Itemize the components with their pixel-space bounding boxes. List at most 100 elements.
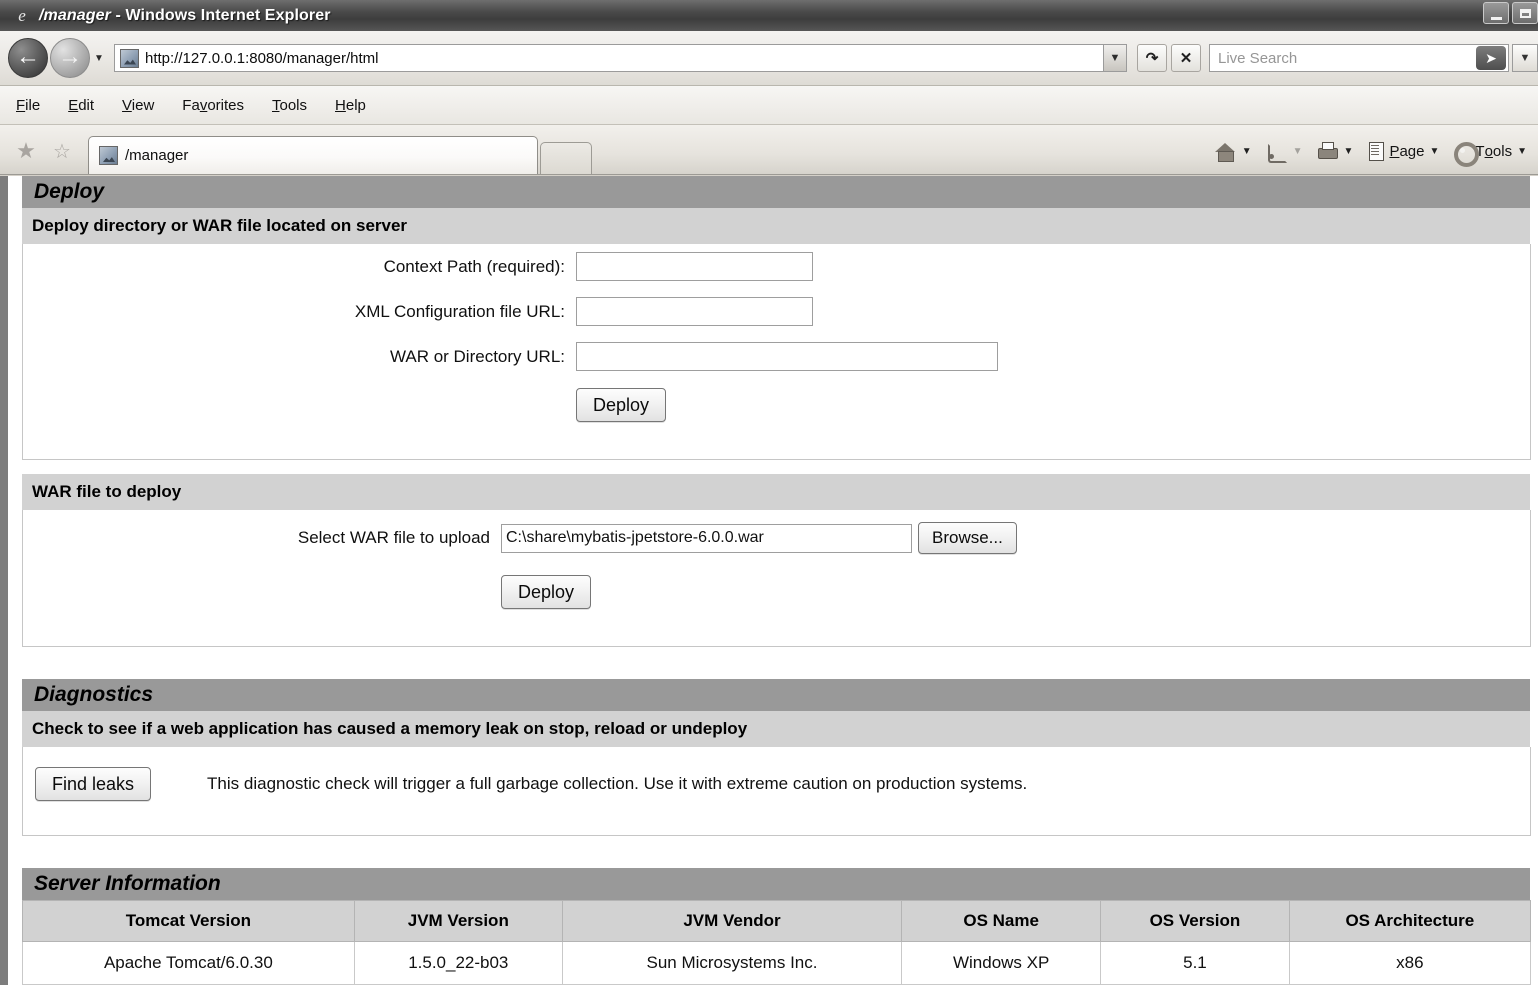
- new-tab-button[interactable]: [540, 142, 592, 174]
- deploy-section-title: Deploy: [22, 176, 1531, 208]
- tools-dropdown-icon[interactable]: ▼: [1517, 146, 1527, 157]
- tab-bar: ★ ☆ /manager ▼ ▼ ▼ Page ▼ To ols ▼: [0, 125, 1538, 175]
- add-to-favorites-icon[interactable]: ☆: [49, 138, 75, 164]
- window-title-path: /manager: [39, 6, 111, 24]
- context-path-row: Context Path (required):: [23, 244, 1530, 289]
- menu-file-label: ile: [25, 96, 41, 114]
- print-button[interactable]: [1315, 140, 1339, 162]
- diagnostics-section-title: Diagnostics: [22, 679, 1531, 711]
- page-frame: Deploy Deploy directory or WAR file loca…: [0, 176, 1538, 985]
- rss-feed-icon: [1264, 140, 1288, 163]
- upload-war-file-input[interactable]: C:\share\mybatis-jpetstore-6.0.0.war: [501, 523, 912, 553]
- maximize-icon: [1519, 9, 1531, 18]
- server-information-section: Server Information Tomcat Version JVM Ve…: [22, 868, 1532, 985]
- column-os-version: OS Version: [1100, 900, 1290, 942]
- browse-button[interactable]: Browse...: [918, 522, 1017, 554]
- favorites-buttons: ★ ☆: [0, 128, 88, 174]
- search-box[interactable]: Live Search ➤: [1209, 44, 1509, 72]
- menu-favorites-pre: Fa: [182, 96, 200, 114]
- server-information-table: Tomcat Version JVM Version JVM Vendor OS…: [22, 900, 1532, 985]
- deploy-server-body: Context Path (required): XML Configurati…: [22, 244, 1531, 460]
- back-arrow-icon: ←: [16, 42, 40, 70]
- history-dropdown-button[interactable]: ▼: [90, 38, 108, 78]
- tab-label: /manager: [125, 147, 189, 164]
- menu-edit-accel: E: [68, 96, 79, 114]
- page-menu-button[interactable]: Page: [1365, 140, 1424, 162]
- xml-config-row: XML Configuration file URL:: [23, 289, 1530, 334]
- deploy-server-subtitle: Deploy directory or WAR file located on …: [22, 208, 1531, 244]
- page-dropdown-icon[interactable]: ▼: [1429, 146, 1439, 157]
- deploy-button[interactable]: Deploy: [576, 388, 667, 422]
- menu-help[interactable]: Help: [335, 97, 366, 114]
- chevron-down-icon: ▼: [94, 52, 104, 64]
- menu-favorites-label: orites: [207, 96, 244, 114]
- menu-view[interactable]: View: [122, 97, 154, 114]
- cell-jvm-version: 1.5.0_22-b03: [353, 941, 563, 985]
- tools-menu-button[interactable]: To ols: [1451, 140, 1512, 167]
- table-header-row: Tomcat Version JVM Version JVM Vendor OS…: [22, 900, 1532, 942]
- printer-icon: [1315, 140, 1339, 162]
- menu-tools[interactable]: Tools: [272, 97, 307, 114]
- war-url-row: WAR or Directory URL:: [23, 334, 1530, 379]
- page-icon: [1365, 140, 1389, 162]
- upload-deploy-button[interactable]: Deploy: [501, 575, 592, 609]
- diagnostics-section: Diagnostics Check to see if a web applic…: [22, 679, 1531, 836]
- favorites-center-icon[interactable]: ★: [13, 138, 39, 164]
- menu-tools-accel: T: [272, 96, 280, 114]
- xml-config-label: XML Configuration file URL:: [354, 301, 565, 321]
- forward-button[interactable]: →: [50, 38, 90, 78]
- find-leaks-button[interactable]: Find leaks: [35, 767, 152, 801]
- xml-config-input[interactable]: [576, 297, 813, 326]
- menu-file-accel: F: [16, 96, 26, 114]
- gear-icon: [1451, 140, 1480, 167]
- search-provider-dropdown[interactable]: ▼: [1512, 44, 1538, 72]
- cell-tomcat-version: Apache Tomcat/6.0.30: [22, 941, 355, 985]
- menu-help-accel: H: [335, 96, 346, 114]
- search-go-button[interactable]: ➤: [1476, 46, 1506, 70]
- menu-bar: File Edit View Favorites Tools Help: [0, 86, 1538, 125]
- back-button[interactable]: ←: [8, 38, 48, 78]
- context-path-input[interactable]: [576, 252, 813, 281]
- upload-war-label: Select WAR file to upload: [297, 528, 490, 547]
- maximize-button[interactable]: [1512, 2, 1538, 24]
- deploy-section: Deploy Deploy directory or WAR file loca…: [22, 176, 1531, 647]
- address-dropdown-button[interactable]: ▼: [1103, 44, 1127, 72]
- column-tomcat-version: Tomcat Version: [22, 900, 355, 942]
- menu-edit[interactable]: Edit: [68, 97, 94, 114]
- window-controls: [1483, 2, 1538, 24]
- address-bar: http://127.0.0.1:8080/manager/html ▼: [114, 44, 1127, 72]
- cell-os-version: 5.1: [1100, 941, 1290, 985]
- deploy-button-row: Deploy: [23, 379, 1530, 431]
- site-favicon-icon: [120, 48, 139, 68]
- minimize-button[interactable]: [1483, 2, 1509, 24]
- tomcat-manager-page: Deploy Deploy directory or WAR file loca…: [8, 176, 1538, 985]
- print-dropdown-icon[interactable]: ▼: [1344, 146, 1354, 157]
- home-button[interactable]: [1213, 140, 1237, 162]
- browser-window: e /manager - Windows Internet Explorer ←…: [0, 0, 1538, 985]
- command-bar: ▼ ▼ ▼ Page ▼ To ols ▼: [1206, 128, 1538, 174]
- menu-favorites[interactable]: Favorites: [182, 97, 244, 114]
- tab-favicon-icon: [99, 146, 118, 165]
- column-os-name: OS Name: [901, 900, 1102, 942]
- feeds-dropdown-icon[interactable]: ▼: [1293, 146, 1303, 157]
- context-path-label: Context Path (required):: [383, 256, 565, 276]
- chevron-down-icon: ▼: [1519, 52, 1531, 64]
- war-url-input[interactable]: [576, 342, 998, 371]
- upload-war-row: Select WAR file to upload C:\share\mybat…: [23, 510, 1530, 566]
- tools-label-accel: o: [1484, 142, 1493, 160]
- menu-view-accel: V: [122, 96, 132, 114]
- forward-arrow-icon: →: [58, 42, 82, 70]
- home-dropdown-icon[interactable]: ▼: [1242, 146, 1252, 157]
- war-file-body: Select WAR file to upload C:\share\mybat…: [22, 510, 1531, 647]
- stop-button[interactable]: ✕: [1171, 44, 1201, 72]
- menu-help-label: elp: [345, 96, 366, 114]
- menu-file[interactable]: File: [16, 97, 40, 114]
- window-title: /manager - Windows Internet Explorer: [39, 7, 331, 25]
- address-input[interactable]: http://127.0.0.1:8080/manager/html: [114, 44, 1103, 72]
- feeds-button[interactable]: [1264, 140, 1288, 163]
- war-url-label: WAR or Directory URL:: [389, 346, 565, 366]
- refresh-button[interactable]: ↷: [1137, 44, 1167, 72]
- tab-manager[interactable]: /manager: [88, 136, 538, 174]
- home-icon: [1213, 140, 1237, 162]
- cell-os-architecture: x86: [1288, 941, 1532, 985]
